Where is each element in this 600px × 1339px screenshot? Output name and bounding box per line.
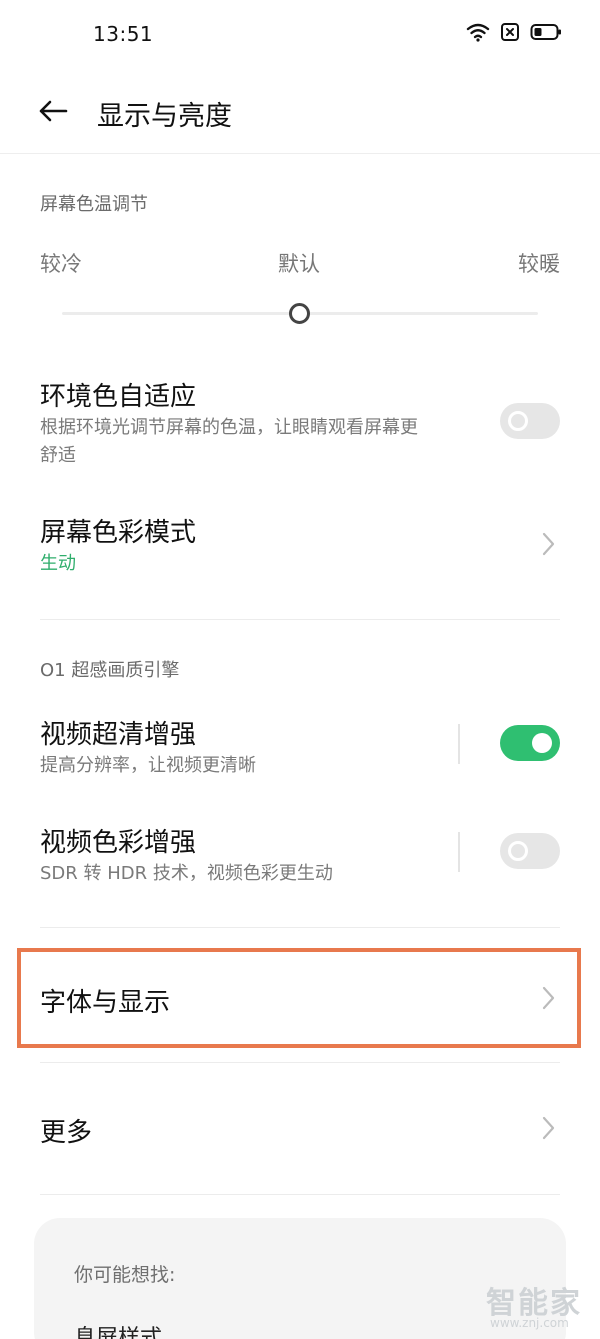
temperature-default-label: 默认 — [278, 252, 320, 276]
video-hd-subtitle: 提高分辨率，让视频更清晰 — [40, 755, 256, 776]
battery-icon — [530, 24, 561, 40]
watermark-url: www.znj.com — [490, 1316, 569, 1330]
no-sim-icon — [501, 23, 519, 41]
video-color-toggle[interactable] — [500, 833, 560, 869]
ambient-adaptive-row[interactable]: 环境色自适应 根据环境光调节屏幕的色温，让眼睛观看屏幕更 舒适 — [0, 372, 600, 482]
ambient-adaptive-title: 环境色自适应 — [40, 382, 197, 412]
header: 显示与亮度 — [0, 70, 600, 154]
temperature-warm-label: 较暖 — [518, 252, 560, 276]
video-hd-title: 视频超清增强 — [40, 720, 197, 750]
video-color-subtitle: SDR 转 HDR 技术，视频色彩更生动 — [40, 863, 333, 884]
highlight-annotation-box — [17, 948, 581, 1048]
color-mode-title: 屏幕色彩模式 — [40, 518, 197, 548]
vertical-separator — [458, 724, 460, 764]
color-temperature-slider-thumb[interactable] — [289, 303, 310, 324]
status-icons — [466, 22, 562, 42]
color-mode-value: 生动 — [40, 553, 76, 574]
ambient-adaptive-subtitle-line1: 根据环境光调节屏幕的色温，让眼睛观看屏幕更 — [40, 417, 418, 438]
video-hd-toggle[interactable] — [500, 725, 560, 761]
temperature-labels: 较冷 默认 较暖 — [40, 248, 560, 278]
wifi-icon — [466, 23, 490, 42]
divider — [40, 1062, 560, 1063]
status-bar: 13:51 — [0, 0, 600, 70]
page-title: 显示与亮度 — [97, 101, 232, 132]
more-row[interactable]: 更多 — [0, 1086, 600, 1172]
suggestion-item[interactable]: 息屏样式 — [74, 1320, 162, 1339]
divider — [40, 927, 560, 928]
video-hd-row[interactable]: 视频超清增强 提高分辨率，让视频更清晰 — [0, 710, 600, 790]
ambient-adaptive-subtitle-line2: 舒适 — [40, 445, 76, 466]
back-arrow-icon[interactable] — [36, 94, 70, 128]
watermark: 智能家 www.znj.com — [486, 1278, 590, 1336]
more-title: 更多 — [40, 1118, 93, 1148]
chevron-right-icon — [542, 532, 555, 556]
status-time: 13:51 — [93, 22, 154, 46]
suggestions-title: 你可能想找: — [74, 1264, 176, 1286]
ambient-adaptive-toggle[interactable] — [500, 403, 560, 439]
video-color-row[interactable]: 视频色彩增强 SDR 转 HDR 技术，视频色彩更生动 — [0, 818, 600, 898]
temperature-cool-label: 较冷 — [40, 252, 82, 276]
color-mode-row[interactable]: 屏幕色彩模式 生动 — [0, 508, 600, 588]
chevron-right-icon — [542, 1116, 555, 1140]
video-color-title: 视频色彩增强 — [40, 828, 197, 858]
divider — [40, 619, 560, 620]
divider — [40, 1194, 560, 1195]
color-temperature-section-title: 屏幕色温调节 — [40, 194, 148, 215]
engine-section-title: O1 超感画质引擎 — [40, 660, 180, 681]
vertical-separator — [458, 832, 460, 872]
